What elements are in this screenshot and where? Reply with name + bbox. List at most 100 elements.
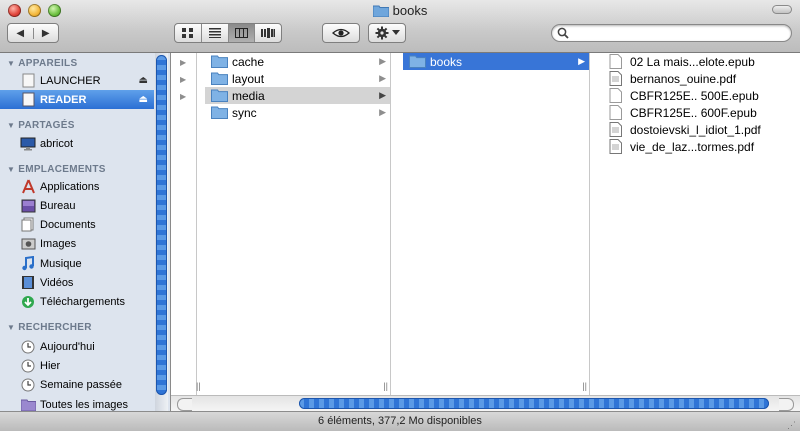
sidebar-section-label: RECHERCHER — [18, 322, 92, 333]
file-row[interactable]: bernanos_ouine.pdf — [603, 70, 800, 87]
coverflow-view-button[interactable] — [254, 24, 281, 42]
folder-row-media[interactable]: media ▶ — [205, 87, 390, 104]
folder-row-layout[interactable]: layout ▶ — [205, 70, 390, 87]
horizontal-scrollbar[interactable] — [171, 395, 800, 412]
action-menu-button[interactable] — [368, 23, 406, 43]
sidebar-item-today[interactable]: Aujourd'hui — [0, 337, 154, 356]
disclosure-triangle-icon[interactable]: ▼ — [7, 59, 15, 68]
search-field[interactable] — [551, 24, 792, 42]
sidebar-item-bureau[interactable]: Bureau — [0, 196, 154, 215]
column-resize-handle[interactable]: || — [582, 381, 587, 391]
clock-icon — [20, 339, 36, 355]
resize-grip-icon[interactable]: ⋰ — [787, 416, 796, 431]
file-row[interactable]: dostoievski_l_idiot_1.pdf — [603, 121, 800, 138]
file-row[interactable]: vie_de_laz...tormes.pdf — [603, 138, 800, 155]
folder-name: media — [232, 88, 265, 103]
sidebar-item-all-images[interactable]: Toutes les images — [0, 395, 154, 411]
file-row[interactable]: CBFR125E.. 500E.epub — [603, 87, 800, 104]
drive-icon — [20, 92, 36, 108]
sidebar-item-images[interactable]: Images — [0, 234, 154, 253]
search-input[interactable] — [572, 26, 786, 41]
disclosure-triangle-icon[interactable]: ▼ — [7, 323, 15, 332]
sidebar-item-abricot[interactable]: abricot — [0, 134, 154, 153]
view-mode-buttons — [174, 23, 282, 43]
sidebar-item-reader[interactable]: READER ⏏ — [0, 90, 154, 109]
folder-name: cache — [232, 54, 265, 69]
toolbar-toggle-button[interactable] — [772, 5, 792, 14]
navigation-buttons: ◀ ▶ — [7, 23, 59, 43]
sidebar-item-yesterday[interactable]: Hier — [0, 356, 154, 375]
sidebar-item-musique[interactable]: Musique — [0, 254, 154, 273]
sidebar-section-shared[interactable]: ▼ PARTAGÉS — [7, 120, 75, 131]
folder-icon — [211, 105, 228, 122]
column-view-button[interactable] — [227, 24, 255, 42]
status-text: 6 éléments, 377,2 Mo disponibles — [318, 415, 482, 427]
music-icon — [20, 256, 36, 272]
finder-window: books ◀ ▶ ▼ APPAREILS LAUNCHER ⏏ READER … — [0, 0, 800, 431]
computer-icon — [20, 136, 36, 152]
file-row[interactable]: CBFR125E.. 600F.epub — [603, 104, 800, 121]
folder-icon — [211, 71, 228, 88]
folder-row-books[interactable]: books ▶ — [403, 53, 589, 70]
sidebar-item-label: Semaine passée — [40, 378, 122, 391]
sidebar-scrollbar[interactable] — [155, 53, 168, 411]
sidebar-item-launcher[interactable]: LAUNCHER ⏏ — [0, 71, 154, 90]
quick-look-button[interactable] — [322, 23, 360, 43]
sidebar-item-label: Hier — [40, 359, 61, 372]
folder-row-cache[interactable]: cache ▶ — [205, 53, 390, 70]
file-row[interactable]: 02 La mais...elote.epub — [603, 53, 800, 70]
file-name: vie_de_laz...tormes.pdf — [630, 139, 755, 154]
sidebar-item-label: Images — [40, 237, 77, 250]
sidebar-item-label: Applications — [40, 180, 100, 193]
sidebar-item-label: Aujourd'hui — [40, 340, 95, 353]
column-1: cache ▶ layout ▶ media ▶ sync ▶ || — [205, 53, 391, 395]
sidebar-item-last-week[interactable]: Semaine passée — [0, 375, 154, 394]
title-toolbar: books ◀ ▶ — [0, 0, 800, 53]
folder-name: sync — [232, 105, 257, 120]
column-3: 02 La mais...elote.epub bernanos_ouine.p… — [603, 53, 800, 395]
sidebar-item-videos[interactable]: Vidéos — [0, 273, 154, 292]
column-view-icon — [234, 28, 248, 38]
disclosure-arrow-icon: ▶ — [379, 107, 386, 117]
folder-name: books — [430, 54, 463, 69]
videos-icon — [20, 275, 36, 291]
icon-view-button[interactable] — [175, 24, 201, 42]
eject-icon[interactable]: ⏏ — [139, 94, 148, 105]
sidebar-item-label: Bureau — [40, 199, 76, 212]
eye-icon — [332, 28, 350, 38]
folder-row-sync[interactable]: sync ▶ — [205, 104, 390, 121]
sidebar-item-label: Documents — [40, 218, 96, 231]
folder-icon — [372, 4, 390, 20]
clock-icon — [20, 358, 36, 374]
downloads-icon — [20, 294, 36, 310]
horizontal-scroll-thumb[interactable] — [299, 398, 769, 409]
disclosure-triangle-icon[interactable]: ▼ — [7, 121, 15, 130]
file-name: CBFR125E.. 600F.epub — [630, 105, 757, 120]
sidebar-section-label: EMPLACEMENTS — [18, 164, 106, 175]
smart-folder-icon — [20, 397, 36, 411]
disclosure-arrow-icon: ▶ — [180, 58, 187, 67]
list-view-icon — [208, 28, 221, 38]
back-button[interactable]: ◀ — [8, 28, 33, 39]
eject-icon[interactable]: ⏏ — [139, 75, 148, 86]
sidebar-section-devices[interactable]: ▼ APPAREILS — [7, 58, 77, 69]
sidebar-item-applications[interactable]: Applications — [0, 177, 154, 196]
column-resize-handle[interactable]: || — [196, 381, 201, 391]
sidebar-scroll-thumb[interactable] — [156, 55, 167, 395]
column-resize-handle[interactable]: || — [383, 381, 388, 391]
sidebar-item-label: Vidéos — [40, 276, 74, 289]
list-view-button[interactable] — [200, 24, 228, 42]
icon-view-icon — [181, 28, 193, 38]
disclosure-triangle-icon[interactable]: ▼ — [7, 165, 15, 174]
sidebar-item-label: LAUNCHER — [40, 74, 101, 87]
sidebar-item-label: Musique — [40, 257, 82, 270]
sidebar-section-search[interactable]: ▼ RECHERCHER — [7, 322, 92, 333]
sidebar-item-documents[interactable]: Documents — [0, 215, 154, 234]
forward-button[interactable]: ▶ — [32, 27, 59, 39]
file-name: CBFR125E.. 500E.epub — [630, 88, 759, 103]
window-title: books — [0, 3, 800, 20]
file-name: 02 La mais...elote.epub — [630, 54, 755, 69]
sidebar-item-telechargements[interactable]: Téléchargements — [0, 292, 154, 311]
sidebar-section-places[interactable]: ▼ EMPLACEMENTS — [7, 164, 106, 175]
coverflow-view-icon — [261, 28, 276, 38]
